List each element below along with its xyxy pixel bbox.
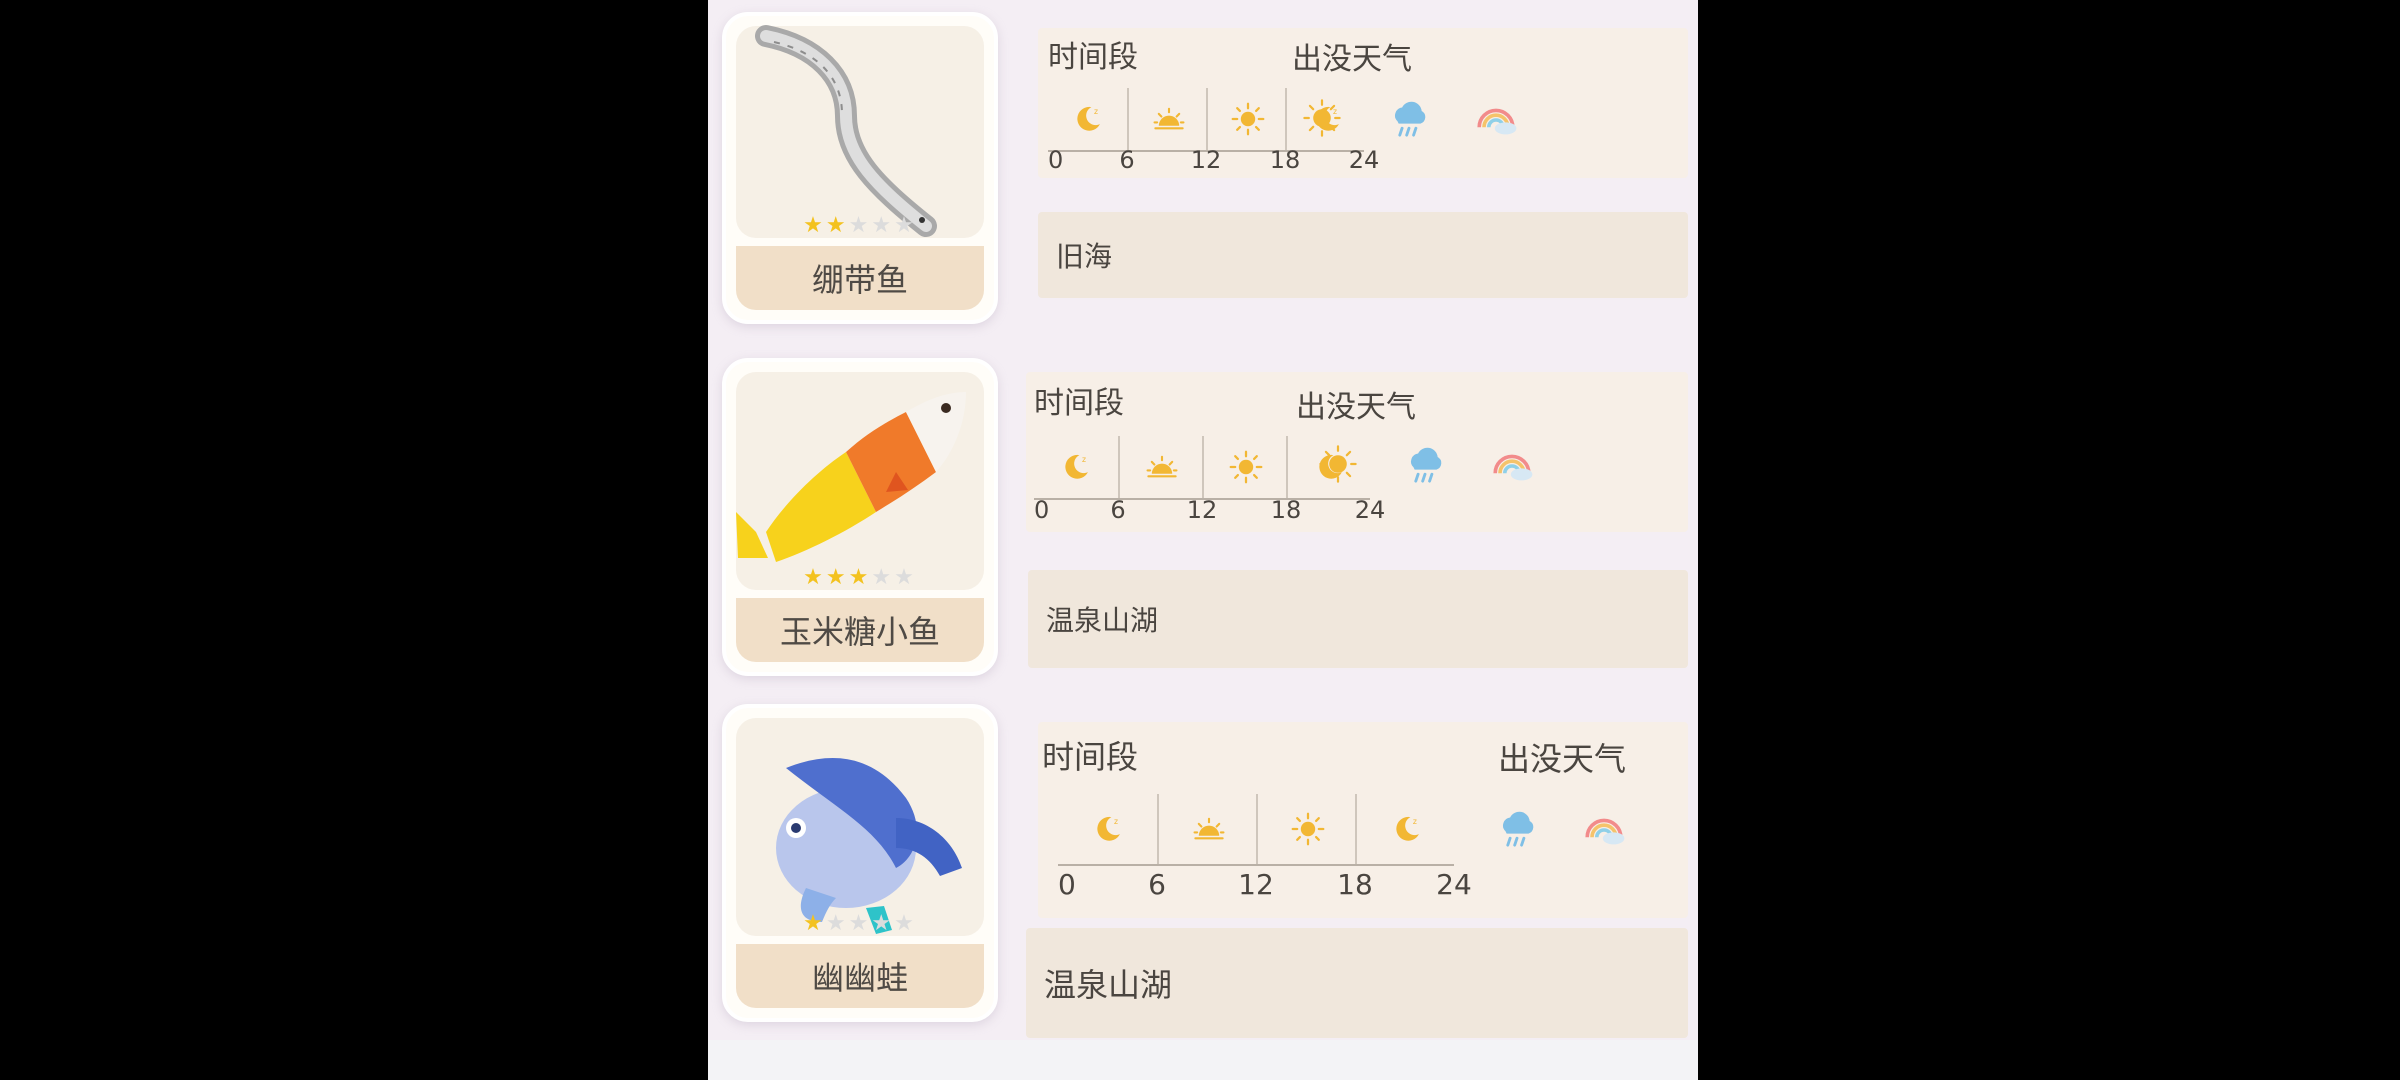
time-bar: zz [1058,794,1454,866]
svg-text:z: z [1412,817,1416,826]
weather-label: 出没天气 [1292,42,1412,77]
sun-icon [1202,436,1288,498]
time-tick-label: 0 [1048,146,1064,174]
weather-icons [1316,442,1544,498]
star-empty-icon: ★ [894,213,917,238]
time-tick-label: 18 [1269,146,1301,174]
sunrise-icon [1127,88,1208,150]
svg-text:z: z [1082,455,1086,464]
moon-icon: z [1034,436,1118,498]
svg-text:z: z [1093,107,1097,116]
time-tick-label: 18 [1270,496,1302,524]
creature-card[interactable]: ★★★★★ 绷带鱼 [722,12,998,324]
weather-icons [1494,806,1636,862]
sun-icon [1206,88,1287,150]
time-tick-label: 0 [1058,868,1076,901]
location-box: 旧海 [1038,212,1688,298]
sunrise-icon [1118,436,1204,498]
fish-guide-panel: ★★★★★ 绷带鱼 时间段 出没天气 zz 06121824 旧海 ★★ [708,0,1698,1080]
rain-icon [1386,96,1442,152]
sunny-icon [1300,96,1356,152]
rainbow-icon [1488,442,1544,498]
location-text: 温泉山湖 [1044,966,1173,1004]
rainbow-icon [1580,806,1636,862]
star-filled-icon: ★ [825,565,849,590]
creature-name: 玉米糖小鱼 [736,598,984,662]
sun-icon [1256,794,1357,864]
location-text: 温泉山湖 [1046,604,1159,637]
star-filled-icon: ★ [825,213,849,238]
star-filled-icon: ★ [803,213,826,238]
weather-label: 出没天气 [1296,390,1416,425]
star-empty-icon: ★ [871,911,895,936]
location-box: 温泉山湖 [1026,928,1688,1038]
rainbow-icon [1472,96,1528,152]
creature-name: 幽幽蛙 [736,944,984,1008]
time-label: 时间段 [1042,738,1139,776]
weather-icons [1300,96,1528,152]
star-empty-icon: ★ [825,911,849,936]
rarity-stars: ★★★★★ [726,911,994,936]
info-box: 时间段 出没天气 zz 06121824 [1038,722,1688,918]
star-filled-icon: ★ [848,565,872,590]
star-filled-icon: ★ [803,911,826,936]
creature-card[interactable]: ★★★★★ 幽幽蛙 [722,704,998,1022]
info-box: 时间段 出没天气 zz 06121824 [1026,372,1688,532]
moon-icon: z [1058,794,1157,864]
time-tick-label: 6 [1148,868,1166,901]
sunrise-icon [1157,794,1258,864]
time-tick-label: 0 [1034,496,1050,524]
time-tick-label: 24 [1436,868,1472,901]
rain-icon [1494,806,1550,862]
moon-icon: z [1355,794,1456,864]
time-tick-label: 12 [1190,146,1222,174]
rarity-stars: ★★★★★ [726,565,994,590]
time-tick-label: 18 [1337,868,1373,901]
star-filled-icon: ★ [803,565,826,590]
time-tick-label: 12 [1238,868,1274,901]
time-label: 时间段 [1048,40,1138,75]
creature-card[interactable]: ★★★★★ 玉米糖小鱼 [722,358,998,676]
creature-name: 绷带鱼 [736,246,984,310]
location-box: 温泉山湖 [1028,570,1688,668]
rarity-stars: ★★★★★ [726,213,994,238]
star-empty-icon: ★ [848,213,872,238]
location-text: 旧海 [1056,240,1113,273]
star-empty-icon: ★ [894,911,917,936]
time-tick-label: 12 [1186,496,1218,524]
sunny-icon [1316,442,1372,498]
weather-label: 出没天气 [1498,740,1627,778]
star-empty-icon: ★ [848,911,872,936]
time-tick-label: 24 [1354,496,1386,524]
star-empty-icon: ★ [871,565,895,590]
time-tick-label: 6 [1119,146,1135,174]
time-label: 时间段 [1034,386,1124,421]
star-empty-icon: ★ [894,565,917,590]
moon-icon: z [1048,88,1127,150]
svg-text:z: z [1113,817,1117,826]
rain-icon [1402,442,1458,498]
time-tick-label: 6 [1110,496,1126,524]
star-empty-icon: ★ [871,213,895,238]
info-box: 时间段 出没天气 zz 06121824 [1038,28,1688,178]
